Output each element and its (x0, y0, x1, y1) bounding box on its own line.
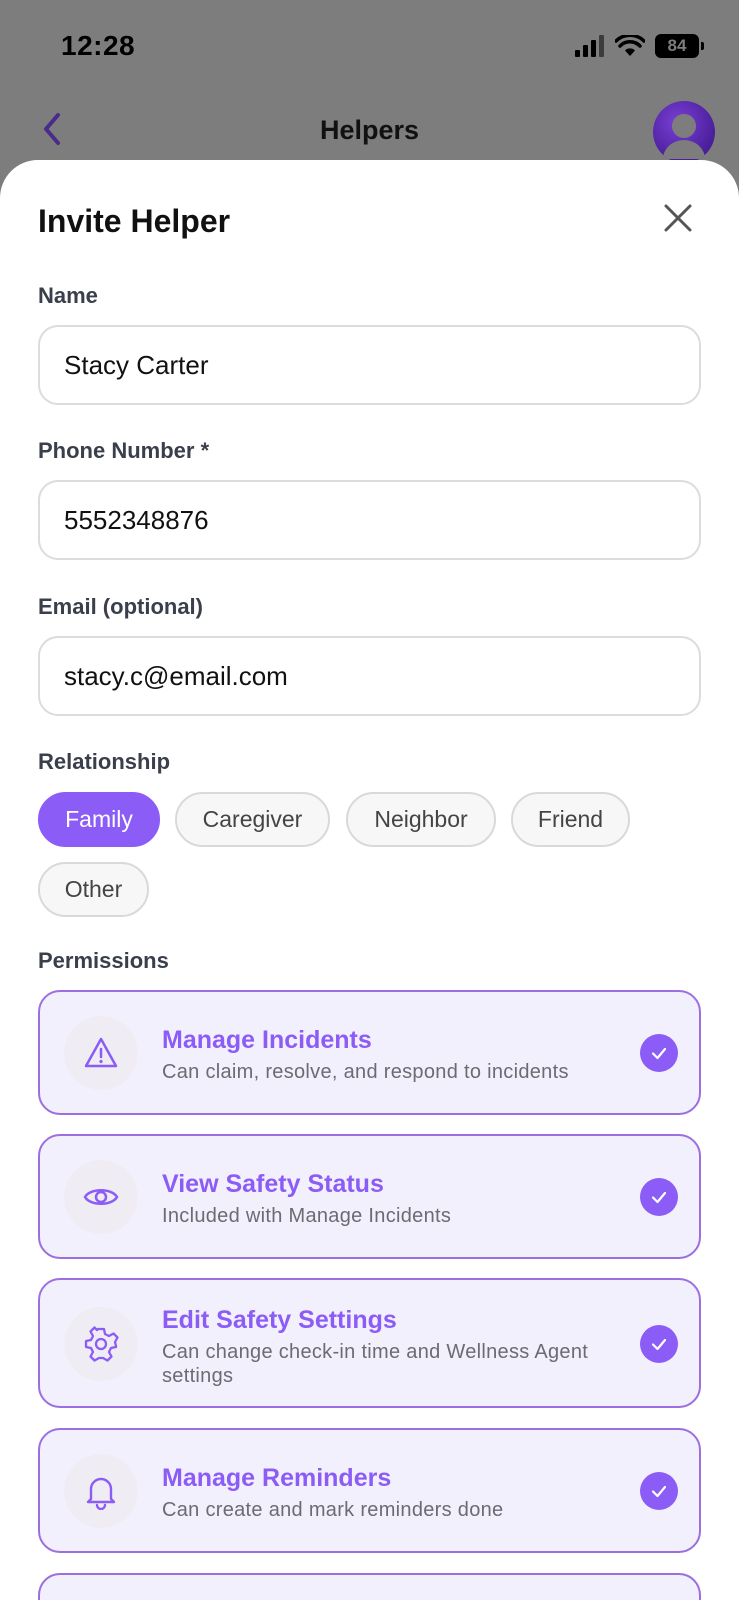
permission-title: View Safety Status (162, 1170, 384, 1198)
permission-icon-wrap (64, 1160, 138, 1234)
status-bar: 12:28 84 (0, 0, 739, 90)
chip-neighbor[interactable]: Neighbor (346, 792, 496, 847)
warning-icon (84, 1037, 118, 1068)
chip-family[interactable]: Family (38, 792, 160, 847)
close-icon[interactable] (660, 200, 696, 236)
permission-desc: Can create and mark reminders done (162, 1499, 504, 1521)
permission-desc: Can claim, resolve, and respond to incid… (162, 1061, 569, 1083)
check-icon[interactable] (640, 1472, 678, 1510)
permission-icon-wrap (64, 1454, 138, 1528)
permission-card-partial[interactable] (38, 1573, 701, 1600)
permission-manage-incidents[interactable]: Manage Incidents Can claim, resolve, and… (38, 990, 701, 1115)
check-icon[interactable] (640, 1178, 678, 1216)
permission-edit-safety-settings[interactable]: Edit Safety Settings Can change check-in… (38, 1278, 701, 1408)
name-input[interactable]: Stacy Carter (38, 325, 701, 405)
chip-caregiver[interactable]: Caregiver (175, 792, 330, 847)
phone-value: 5552348876 (64, 504, 209, 535)
relationship-label: Relationship (38, 749, 171, 774)
email-label: Email (optional) (38, 594, 203, 619)
permission-desc: Included with Manage Incidents (162, 1205, 452, 1227)
eye-icon (83, 1189, 119, 1205)
name-value: Stacy Carter (64, 349, 209, 380)
permission-view-safety-status[interactable]: View Safety Status Included with Manage … (38, 1134, 701, 1259)
bell-icon (86, 1477, 116, 1510)
nav-bar: Helpers (0, 95, 739, 165)
sheet-title: Invite Helper (38, 203, 231, 239)
status-icons: 84 (575, 34, 704, 58)
signal-icon (575, 35, 604, 57)
permission-icon-wrap (64, 1016, 138, 1090)
name-label: Name (38, 283, 98, 308)
permission-title: Edit Safety Settings (162, 1306, 397, 1334)
check-icon[interactable] (640, 1325, 678, 1363)
wifi-icon (615, 35, 645, 56)
phone-input[interactable]: 5552348876 (38, 480, 701, 560)
permission-icon-wrap (64, 1307, 138, 1381)
user-icon (663, 114, 705, 159)
permission-manage-reminders[interactable]: Manage Reminders Can create and mark rem… (38, 1428, 701, 1553)
phone-label: Phone Number * (38, 438, 210, 463)
gear-icon (84, 1326, 119, 1362)
invite-helper-sheet: Invite Helper Name Stacy Carter Phone Nu… (0, 160, 739, 1600)
email-input[interactable]: stacy.c@email.com (38, 636, 701, 716)
battery-indicator: 84 (655, 34, 704, 58)
permission-title: Manage Reminders (162, 1464, 392, 1492)
chip-other[interactable]: Other (38, 862, 149, 917)
email-value: stacy.c@email.com (64, 660, 288, 691)
status-time: 12:28 (61, 30, 136, 61)
permission-title: Manage Incidents (162, 1026, 372, 1054)
nav-title: Helpers (319, 115, 420, 145)
check-icon[interactable] (640, 1034, 678, 1072)
permission-desc: Can change check-in time and Wellness Ag… (162, 1341, 589, 1387)
avatar[interactable] (653, 101, 715, 163)
chip-friend[interactable]: Friend (511, 792, 630, 847)
permissions-label: Permissions (38, 948, 169, 973)
